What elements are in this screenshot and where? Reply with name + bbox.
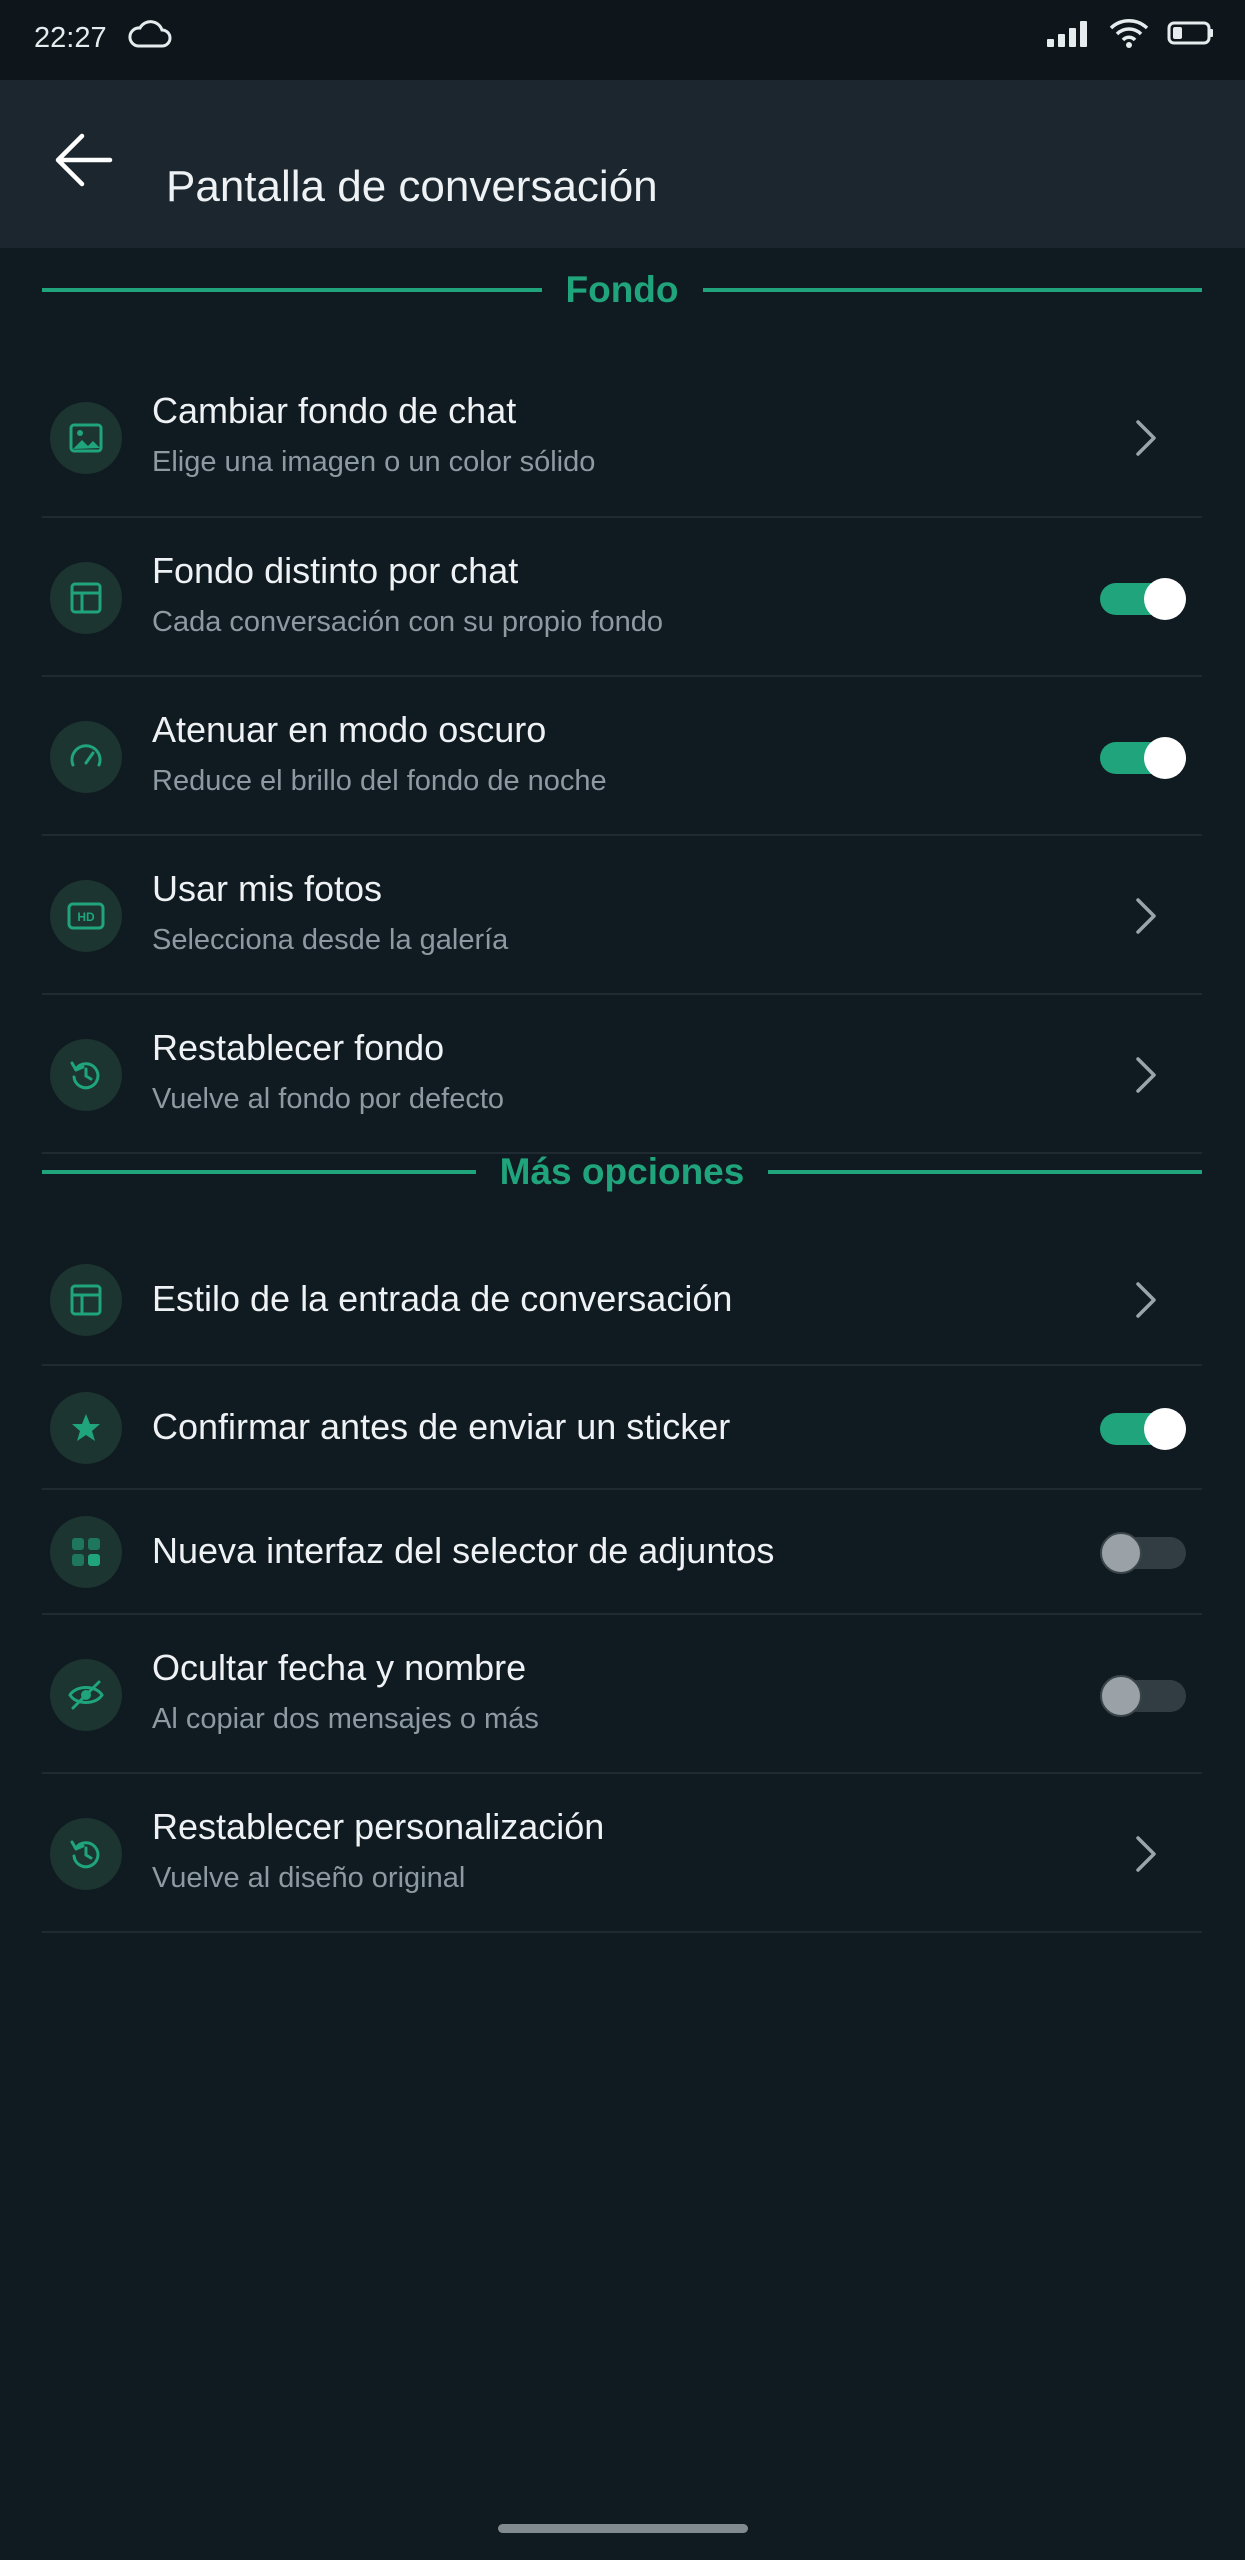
section-title: Fondo — [565, 269, 679, 310]
toggle-switch[interactable] — [1100, 1404, 1186, 1454]
chevron-right-icon — [1126, 1834, 1166, 1874]
gauge-icon — [50, 721, 122, 793]
section-title: Más opciones — [499, 1151, 745, 1192]
setting-subtitle: Vuelve al fondo por defecto — [152, 1083, 505, 1115]
toggle-switch[interactable] — [1100, 1671, 1186, 1721]
toggle-switch[interactable] — [1100, 574, 1186, 624]
setting-subtitle: Elige una imagen o un color sólido — [152, 446, 596, 478]
status-time: 22:27 — [34, 22, 107, 54]
setting-subtitle: Cada conversación con su propio fondo — [152, 606, 664, 638]
signal-icon — [1047, 19, 1091, 52]
chevron-right-icon — [1126, 1055, 1166, 1095]
setting-confirm-sticker[interactable]: Confirmar antes de enviar un sticker — [42, 1366, 1202, 1490]
star-icon — [50, 1392, 122, 1464]
setting-title: Estilo de la entrada de conversación — [152, 1278, 733, 1319]
home-indicator[interactable] — [498, 2524, 748, 2533]
setting-per-chat-wallpaper[interactable]: Fondo distinto por chat Cada conversació… — [42, 518, 1202, 677]
setting-title: Ocultar fecha y nombre — [152, 1647, 527, 1688]
image-icon — [50, 402, 122, 474]
chevron-right-icon — [1126, 418, 1166, 458]
setting-subtitle: Al copiar dos mensajes o más — [152, 1703, 539, 1735]
reset-icon — [50, 1039, 122, 1111]
setting-title: Fondo distinto por chat — [152, 550, 519, 591]
divider — [768, 1170, 1202, 1174]
setting-new-attachment-picker[interactable]: Nueva interfaz del selector de adjuntos — [42, 1490, 1202, 1615]
setting-title: Cambiar fondo de chat — [152, 390, 517, 431]
setting-change-chat-wallpaper[interactable]: Cambiar fondo de chat Elige una imagen o… — [42, 358, 1202, 518]
setting-dim-dark-mode[interactable]: Atenuar en modo oscuro Reduce el brillo … — [42, 677, 1202, 836]
setting-subtitle: Selecciona desde la galería — [152, 924, 509, 956]
toggle-switch[interactable] — [1100, 1528, 1186, 1578]
setting-reset-personalization[interactable]: Restablecer personalización Vuelve al di… — [42, 1774, 1202, 1933]
back-button[interactable] — [42, 120, 126, 204]
divider — [702, 288, 1203, 292]
eye-off-icon — [50, 1659, 122, 1731]
setting-title: Confirmar antes de enviar un sticker — [152, 1406, 731, 1447]
app-bar: Pantalla de conversación — [0, 80, 1245, 248]
setting-subtitle: Reduce el brillo del fondo de noche — [152, 765, 607, 797]
status-bar: 22:27 — [0, 0, 1245, 80]
setting-title: Usar mis fotos — [152, 868, 383, 909]
page-title: Pantalla de conversación — [166, 162, 658, 211]
setting-hide-date-name[interactable]: Ocultar fecha y nombre Al copiar dos men… — [42, 1615, 1202, 1774]
setting-subtitle: Vuelve al diseño original — [152, 1862, 466, 1894]
setting-title: Restablecer personalización — [152, 1806, 605, 1847]
arrow-left-icon — [54, 132, 114, 193]
section-header-mas-opciones: Más opciones — [42, 1142, 1202, 1202]
section-header-fondo: Fondo — [42, 260, 1203, 320]
grid-icon — [50, 1516, 122, 1588]
setting-title: Nueva interfaz del selector de adjuntos — [152, 1530, 775, 1571]
battery-icon — [1167, 20, 1215, 51]
setting-input-style[interactable]: Estilo de la entrada de conversación — [42, 1228, 1202, 1366]
svg-text:HD: HD — [77, 910, 95, 924]
reset-icon — [50, 1818, 122, 1890]
toggle-switch[interactable] — [1100, 733, 1186, 783]
wifi-icon — [1109, 18, 1149, 53]
hd-icon: HD — [50, 880, 122, 952]
chevron-right-icon — [1126, 896, 1166, 936]
layout-icon — [50, 1264, 122, 1336]
setting-title: Restablecer fondo — [152, 1027, 445, 1068]
layout-icon — [50, 562, 122, 634]
chevron-right-icon — [1126, 1280, 1166, 1320]
setting-use-my-photos[interactable]: HD Usar mis fotos Selecciona desde la ga… — [42, 836, 1202, 995]
setting-title: Atenuar en modo oscuro — [152, 709, 547, 750]
divider — [42, 288, 542, 292]
cloud-icon — [128, 20, 172, 55]
setting-reset-wallpaper[interactable]: Restablecer fondo Vuelve al fondo por de… — [42, 995, 1202, 1154]
divider — [42, 1170, 476, 1174]
